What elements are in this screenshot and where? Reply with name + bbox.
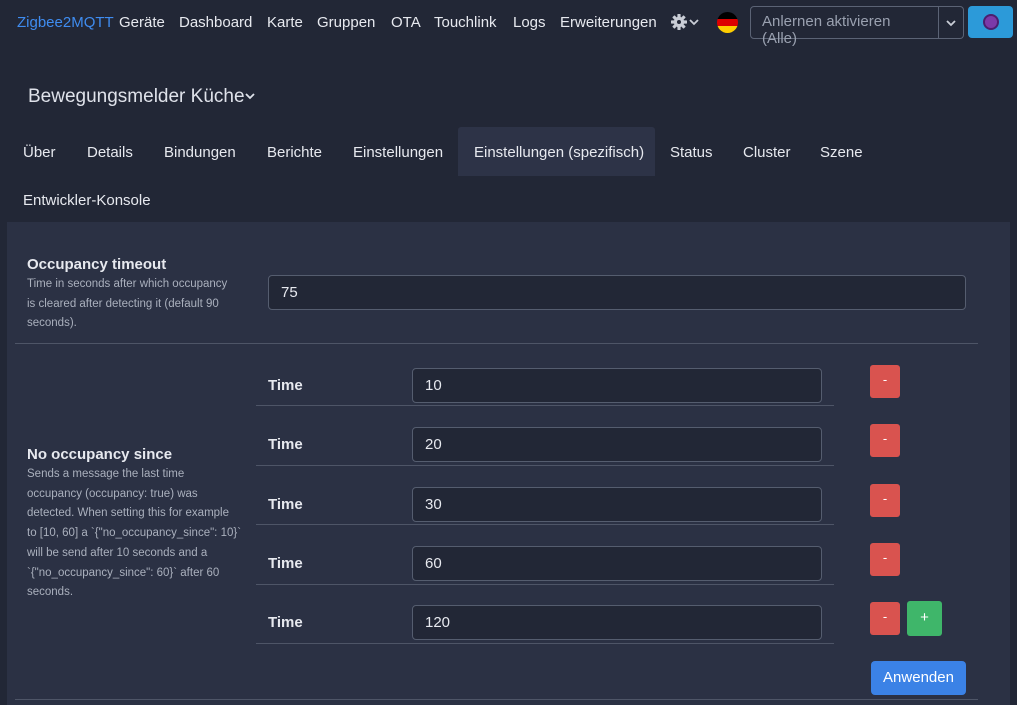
- no-occupancy-since-title: No occupancy since: [27, 446, 173, 463]
- time-label: Time: [268, 436, 303, 453]
- divider: [15, 699, 978, 700]
- chevron-down-icon: [689, 19, 699, 26]
- settings-dropdown[interactable]: [670, 12, 700, 32]
- tab-bindungen[interactable]: Bindungen: [164, 128, 236, 176]
- navbar: Zigbee2MQTT Geräte Dashboard Karte Grupp…: [0, 0, 1017, 47]
- chevron-down-icon: [946, 20, 956, 27]
- remove-time-button-3[interactable]: -: [870, 484, 900, 517]
- time-label: Time: [268, 555, 303, 572]
- add-time-button[interactable]: +: [907, 601, 942, 636]
- remove-time-button-1[interactable]: -: [870, 365, 900, 398]
- tab-cluster[interactable]: Cluster: [743, 128, 791, 176]
- time-label: Time: [268, 496, 303, 513]
- germany-flag-icon[interactable]: [717, 12, 738, 33]
- remove-time-button-4[interactable]: -: [870, 543, 900, 576]
- nav-link-dashboard[interactable]: Dashboard: [179, 14, 252, 31]
- apply-button[interactable]: Anwenden: [871, 661, 966, 695]
- remove-time-button-5[interactable]: -: [870, 602, 900, 635]
- time-input-5[interactable]: 120: [412, 605, 822, 640]
- time-label: Time: [268, 614, 303, 631]
- divider: [256, 524, 834, 525]
- time-input-2[interactable]: 20: [412, 427, 822, 462]
- time-input-1[interactable]: 10: [412, 368, 822, 403]
- divider: [256, 405, 834, 406]
- tab-status[interactable]: Status: [670, 128, 713, 176]
- tab-einstellungen-spezifisch[interactable]: Einstellungen (spezifisch): [458, 127, 655, 176]
- divider: [256, 465, 834, 466]
- nav-link-gruppen[interactable]: Gruppen: [317, 14, 375, 31]
- time-label: Time: [268, 377, 303, 394]
- tab-ueber[interactable]: Über: [23, 128, 56, 176]
- nav-link-logs[interactable]: Logs: [513, 14, 546, 31]
- occupancy-timeout-description: Time in seconds after which occupancy is…: [27, 278, 228, 330]
- divider: [256, 584, 834, 585]
- tab-einstellungen[interactable]: Einstellungen: [353, 128, 443, 176]
- tab-berichte[interactable]: Berichte: [267, 128, 322, 176]
- tab-entwickler-konsole[interactable]: Entwickler-Konsole: [23, 176, 151, 224]
- remove-time-button-2[interactable]: -: [870, 424, 900, 457]
- tab-details[interactable]: Details: [87, 128, 133, 176]
- nav-link-ota[interactable]: OTA: [391, 14, 421, 31]
- permit-join-dropdown-toggle[interactable]: [938, 6, 964, 39]
- device-title[interactable]: Bewegungsmelder Küche: [28, 86, 245, 108]
- chevron-down-icon[interactable]: [244, 90, 256, 102]
- occupancy-timeout-input[interactable]: 75: [268, 275, 966, 310]
- nav-link-geraete[interactable]: Geräte: [119, 14, 165, 31]
- gear-icon: [671, 14, 699, 30]
- notification-dot-icon: [983, 14, 999, 30]
- permit-join-button[interactable]: Anlernen aktivieren (Alle): [750, 6, 939, 47]
- notifications-button[interactable]: [968, 6, 1013, 38]
- brand-link[interactable]: Zigbee2MQTT: [17, 14, 114, 31]
- tab-szene[interactable]: Szene: [820, 128, 863, 176]
- time-input-4[interactable]: 60: [412, 546, 822, 581]
- time-input-3[interactable]: 30: [412, 487, 822, 522]
- divider: [256, 643, 834, 644]
- nav-link-touchlink[interactable]: Touchlink: [434, 14, 497, 31]
- divider: [15, 343, 978, 344]
- nav-link-erweiterungen[interactable]: Erweiterungen: [560, 14, 657, 31]
- occupancy-timeout-title: Occupancy timeout: [27, 256, 167, 273]
- no-occupancy-since-description: Sends a message the last time occupancy …: [27, 468, 242, 599]
- nav-link-karte[interactable]: Karte: [267, 14, 303, 31]
